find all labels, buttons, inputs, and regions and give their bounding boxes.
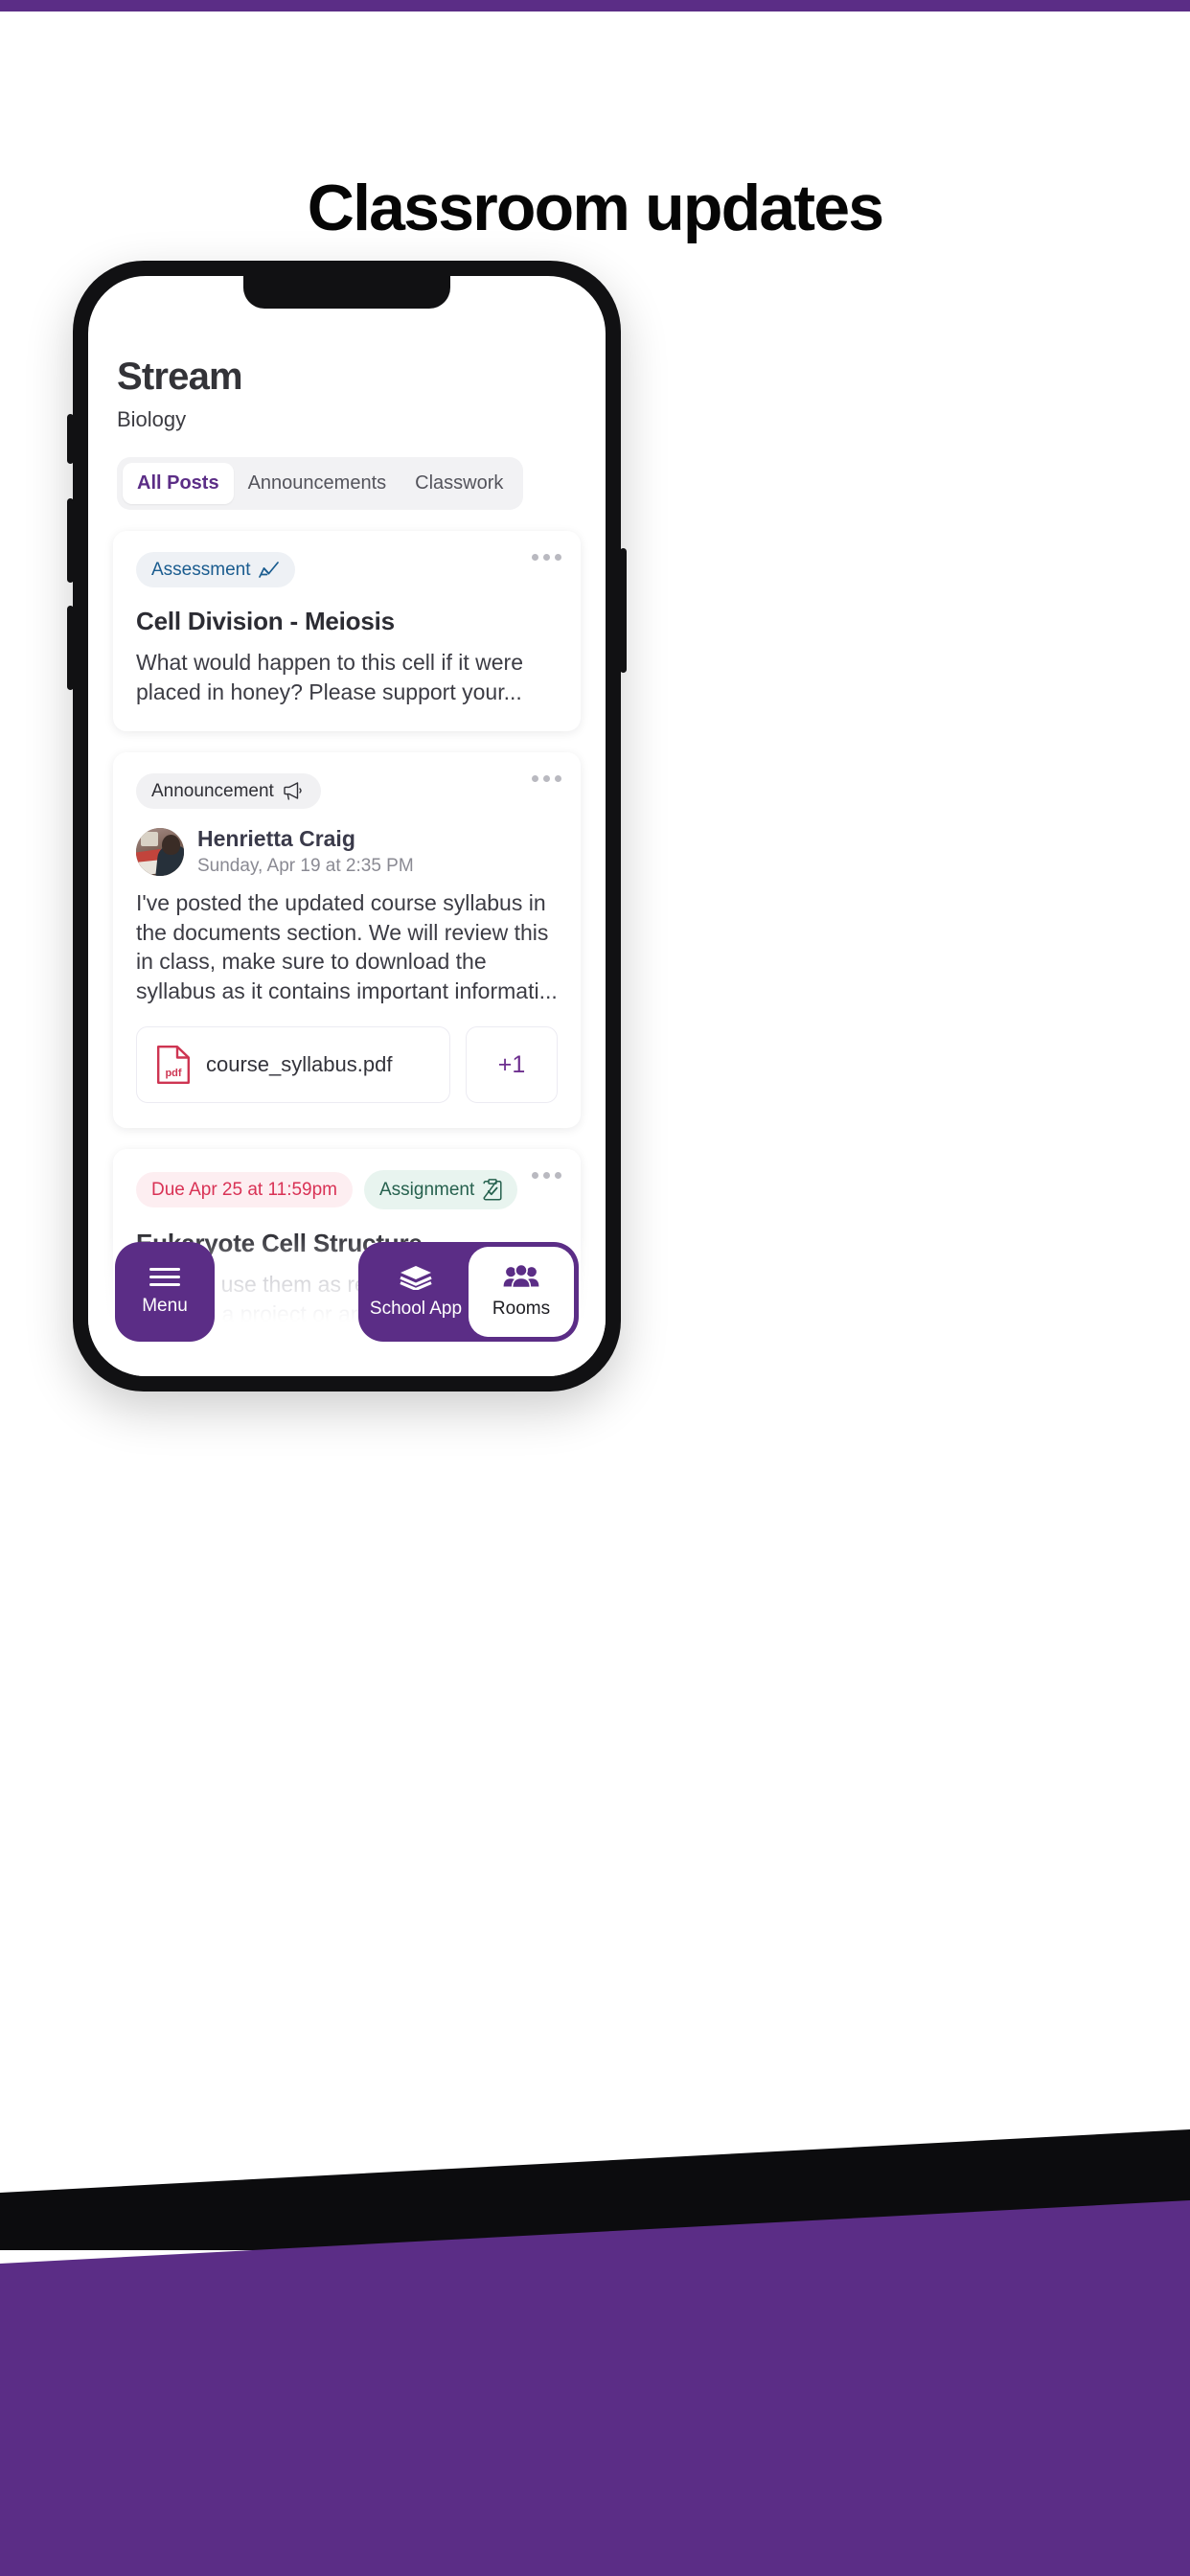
status-badge-assignment: Assignment [364,1170,518,1210]
tab-announcements[interactable]: Announcements [234,463,401,504]
post-author: Henrietta Craig Sunday, Apr 19 at 2:35 P… [136,826,558,877]
top-accent-bar [0,0,1190,12]
post-card-assessment[interactable]: Assessment Cell Division - Meiosis What … [113,531,581,732]
page-title: Classroom updates [307,172,884,244]
post-body: I've posted the updated course syllabus … [136,890,558,1003]
author-name: Henrietta Craig [197,826,355,852]
badge-label: Assessment [151,560,251,580]
app-header: Stream Biology [88,356,606,432]
post-title: Cell Division - Meiosis [136,607,395,635]
more-options-icon[interactable] [532,775,561,783]
badge-row: Announcement [136,773,558,810]
phone-mute-switch [67,414,74,464]
megaphone-icon [284,782,302,800]
post-feed: Assessment Cell Division - Meiosis What … [88,531,606,1354]
switcher-label-rooms: Rooms [492,1298,551,1319]
menu-button[interactable]: Menu [115,1242,215,1342]
bottom-dock: Menu School App Rooms [88,1242,606,1342]
menu-button-label: Menu [142,1295,188,1316]
badge-label: Assignment [379,1180,475,1201]
badge-label: Announcement [151,781,274,802]
status-badge-due-date: Due Apr 25 at 11:59pm [136,1172,353,1208]
clipboard-check-icon [483,1179,502,1201]
hamburger-icon [149,1267,180,1286]
switcher-item-rooms[interactable]: Rooms [469,1247,574,1337]
avatar [136,827,184,876]
badge-row: Due Apr 25 at 11:59pm Assignment [136,1170,558,1210]
attachment-filename: course_syllabus.pdf [206,1052,393,1077]
post-body: What would happen to this cell if it wer… [136,650,523,704]
attachment-row: pdf course_syllabus.pdf +1 [136,1026,558,1104]
app-switcher[interactable]: School App Rooms [358,1242,579,1342]
post-card-announcement[interactable]: Announcement Henrietta Craig Sunday, Apr… [113,752,581,1129]
people-group-icon [503,1264,539,1288]
phone-volume-up-button [67,498,74,583]
more-options-icon[interactable] [532,1172,561,1180]
switcher-label-school-app: School App [369,1298,463,1319]
status-badge-assessment: Assessment [136,552,296,587]
more-options-icon[interactable] [532,554,561,561]
status-badge-announcement: Announcement [136,773,321,810]
badge-row: Assessment [136,552,558,587]
switcher-item-school-app[interactable]: School App [363,1247,469,1337]
phone-volume-down-button [67,606,74,690]
layers-icon [400,1265,432,1290]
phone-screen: Stream Biology All Posts Announcements C… [88,276,606,1376]
attachment-pdf[interactable]: pdf course_syllabus.pdf [136,1026,450,1104]
phone-power-button [620,548,627,673]
line-chart-icon [259,562,280,578]
badge-label: Due Apr 25 at 11:59pm [151,1180,337,1201]
phone-mockup: Stream Biology All Posts Announcements C… [67,261,627,1392]
tab-all-posts[interactable]: All Posts [123,463,234,504]
attachment-more-count[interactable]: +1 [466,1026,558,1104]
filter-tabs[interactable]: All Posts Announcements Classwork [117,457,524,510]
svg-text:pdf: pdf [165,1068,181,1079]
stream-app: Stream Biology All Posts Announcements C… [88,276,606,1376]
pdf-file-icon: pdf [157,1046,190,1085]
tab-classwork[interactable]: Classwork [400,463,517,504]
author-meta: Henrietta Craig Sunday, Apr 19 at 2:35 P… [197,826,414,877]
screenshot-stage: Classroom updates Stream Biology All Pos… [0,0,1190,2576]
screen-title: Stream [117,356,243,398]
phone-notch [243,276,450,309]
course-name: Biology [117,407,187,431]
post-timestamp: Sunday, Apr 19 at 2:35 PM [197,856,414,877]
background-wedges [0,2129,1190,2576]
